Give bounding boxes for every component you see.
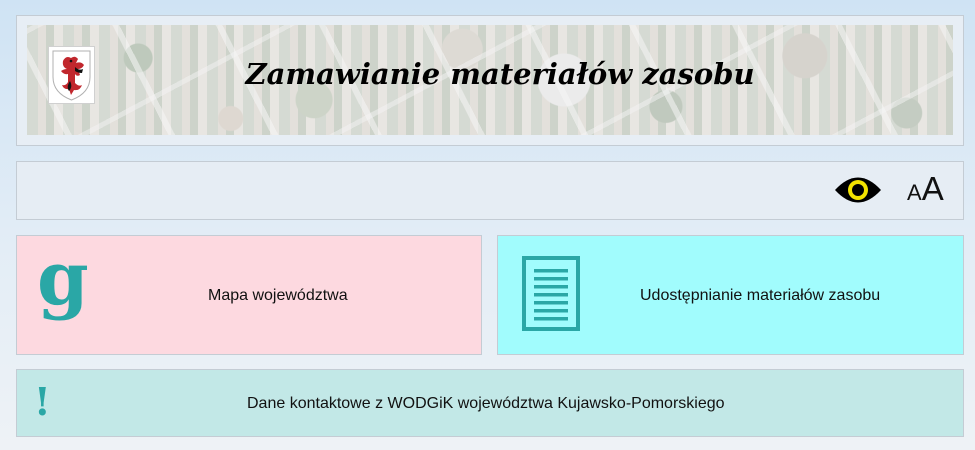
font-size-large-label: A [921,170,944,207]
tile-dane-kontaktowe-label: Dane kontaktowe z WODGiK województwa Kuj… [247,395,725,412]
tile-udostepnianie-materialow-label: Udostępnianie materiałów zasobu [640,287,881,304]
tile-mapa-wojewodztwa-label: Mapa województwa [208,287,348,304]
eye-icon[interactable] [833,173,883,207]
font-size-small-label: A [907,180,922,205]
tile-mapa-wojewodztwa[interactable]: g Mapa województwa [16,235,482,355]
page-title: Zamawianie materiałów zasobu [245,57,755,91]
header-banner: Zamawianie materiałów zasobu [27,25,953,135]
g-letter-icon: g [37,236,89,322]
tile-udostepnianie-materialow[interactable]: Udostępnianie materiałów zasobu [497,235,964,355]
exclamation-icon: ! [34,379,51,424]
tile-dane-kontaktowe[interactable]: ! Dane kontaktowe z WODGiK województwa K… [16,369,964,437]
accessibility-toolbar: AA [16,161,964,220]
font-size-toggle[interactable]: AA [907,170,944,210]
document-icon [522,256,580,331]
header-panel: Zamawianie materiałów zasobu [16,15,964,146]
